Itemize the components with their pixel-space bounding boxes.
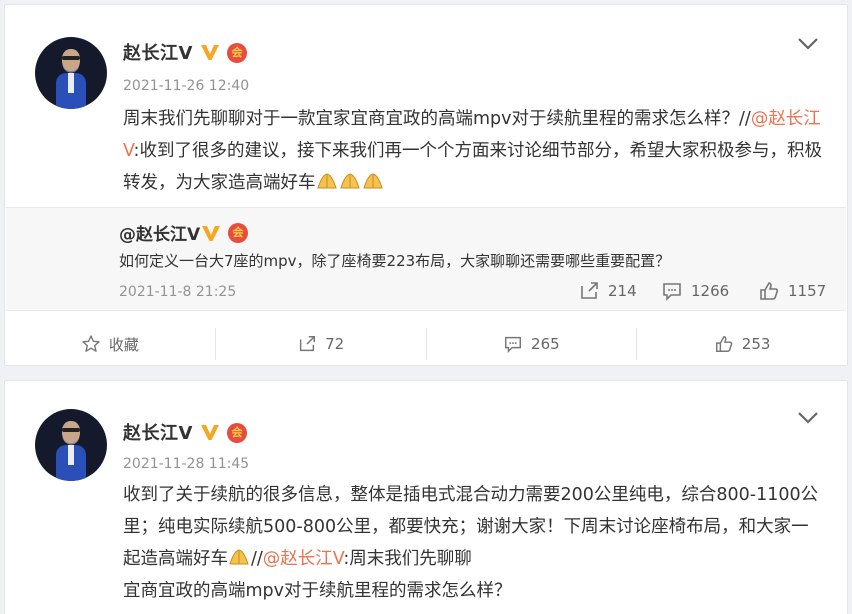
- comment-button[interactable]: 265: [427, 321, 637, 367]
- quoted-text: 如何定义一台大7座的mpv，除了座椅要223布局，大家聊聊还需要哪些重要配置？: [119, 252, 671, 270]
- post-text-body: :收到了很多的建议，接下来我们再一个个方面来讨论细节部分，希望大家积极参与，积极…: [123, 141, 822, 193]
- user-name[interactable]: 赵长江V: [123, 419, 193, 445]
- comment-count: 265: [531, 335, 560, 353]
- member-medal-icon[interactable]: 会: [227, 423, 247, 443]
- quoted-repost-button[interactable]: 214: [578, 280, 637, 302]
- quoted-like-count: 1157: [788, 282, 827, 300]
- star-icon: [82, 335, 100, 352]
- like-button[interactable]: 253: [637, 321, 847, 367]
- verified-v-icon: [202, 226, 220, 241]
- post-time[interactable]: 2021-11-28 11:45: [123, 456, 249, 472]
- pray-hands-emoji: [229, 549, 249, 565]
- like-icon: [715, 335, 733, 352]
- member-medal-icon[interactable]: 会: [228, 223, 248, 243]
- quoted-comment-button[interactable]: 1266: [661, 280, 729, 302]
- quoted-like-button[interactable]: 1157: [758, 280, 826, 302]
- post-text-body: //: [251, 549, 263, 569]
- post-text-body: 周末我们先聊聊对于一款宜家宜商宜政的高端mpv对于续航里程的需求怎么样？//: [123, 109, 751, 129]
- quoted-repost-count: 214: [608, 282, 637, 300]
- like-icon: [760, 282, 779, 300]
- quoted-post[interactable]: @赵长江V 会 如何定义一台大7座的mpv，除了座椅要223布局，大家聊聊还需要…: [6, 207, 846, 311]
- pray-hands-emoji: [316, 173, 337, 189]
- post-time[interactable]: 2021-11-26 12:40: [123, 78, 249, 94]
- user-name[interactable]: 赵长江V: [123, 39, 193, 65]
- weibo-post-card: 赵长江V 会 2021-11-28 11:45 收到了关于续航的很多信息，整体是…: [4, 380, 848, 614]
- repost-count: 72: [325, 335, 345, 353]
- repost-button[interactable]: 72: [216, 321, 426, 367]
- chevron-down-icon[interactable]: [797, 411, 819, 425]
- action-bar: 收藏 72 265 253: [5, 321, 847, 367]
- quoted-comment-count: 1266: [691, 282, 730, 300]
- mention-link[interactable]: @赵长江V: [263, 549, 344, 569]
- weibo-post-card: 赵长江V 会 2021-11-26 12:40 周末我们先聊聊对于一款宜家宜商宜…: [4, 4, 848, 366]
- pray-hands-emoji: [339, 173, 360, 189]
- post-text: 收到了关于续航的很多信息，整体是插电式混合动力需要200公里纯电，综合800-1…: [123, 479, 823, 607]
- quoted-time[interactable]: 2021-11-8 21:25: [119, 284, 236, 300]
- post-text-body: :周末我们先聊聊: [343, 549, 472, 569]
- post-text: 周末我们先聊聊对于一款宜家宜商宜政的高端mpv对于续航里程的需求怎么样？//@赵…: [123, 103, 823, 199]
- avatar[interactable]: [35, 37, 107, 109]
- quoted-user-name[interactable]: @赵长江V: [119, 220, 200, 245]
- favorite-label: 收藏: [108, 335, 139, 354]
- chevron-down-icon[interactable]: [797, 37, 819, 51]
- verified-v-icon: [201, 425, 219, 440]
- verified-v-icon: [201, 45, 219, 60]
- member-medal-icon[interactable]: 会: [227, 43, 247, 63]
- repost-icon: [581, 282, 598, 299]
- repost-icon: [299, 336, 316, 352]
- like-count: 253: [741, 335, 771, 353]
- post-text-body: 宜商宜政的高端mpv对于续航里程的需求怎么样？: [123, 581, 512, 601]
- pray-hands-emoji: [362, 173, 383, 189]
- favorite-button[interactable]: 收藏: [5, 321, 215, 367]
- avatar[interactable]: [35, 409, 107, 481]
- comment-icon: [505, 336, 522, 354]
- comment-icon: [663, 283, 681, 301]
